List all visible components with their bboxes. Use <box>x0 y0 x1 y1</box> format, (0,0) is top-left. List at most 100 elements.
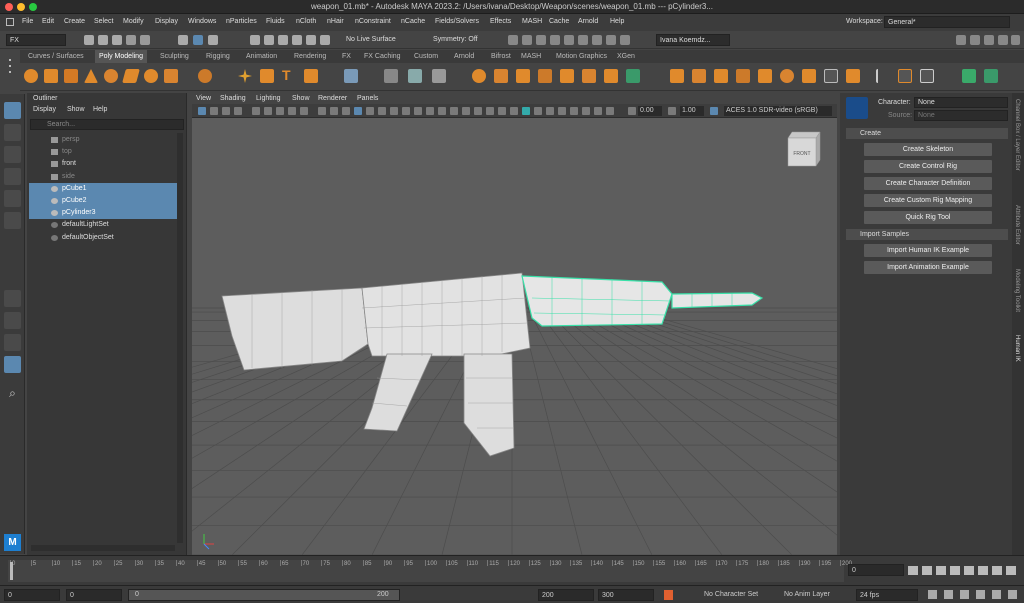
lasso-tool-icon[interactable] <box>4 124 21 141</box>
outliner-item[interactable]: front <box>29 158 177 170</box>
scale-tool-icon[interactable] <box>4 212 21 229</box>
create-character-definition-button[interactable]: Create Character Definition <box>864 177 992 190</box>
playback-end-field[interactable]: 200 <box>538 589 594 601</box>
viewport-menu-renderer[interactable]: Renderer <box>318 95 347 102</box>
poly-sphere-icon[interactable] <box>24 69 38 83</box>
handguard-mesh[interactable] <box>521 275 673 327</box>
time-slider[interactable]: 0 5 10 15 20 25 30 35 40 45 50 55 60 65 70 75 80 85 90 95 10… <box>0 555 1024 585</box>
menu-select[interactable]: Select <box>94 18 113 25</box>
receiver-mesh[interactable] <box>361 272 531 357</box>
safe-action-icon[interactable] <box>318 107 326 115</box>
multi-cut-icon[interactable] <box>626 69 640 83</box>
animation-start-field[interactable]: 0 <box>4 589 60 601</box>
poly-cone-icon[interactable] <box>84 69 98 83</box>
tab-fx-caching[interactable]: FX Caching <box>360 50 405 63</box>
two-pane-layout-icon[interactable] <box>4 334 21 351</box>
select-hierarchy-icon[interactable] <box>178 35 188 45</box>
cached-playback-icon[interactable] <box>976 590 985 599</box>
outliner-menu-display[interactable]: Display <box>33 106 56 113</box>
slide-edge-icon[interactable] <box>876 69 890 83</box>
step-back-frame-icon[interactable] <box>936 566 946 575</box>
gamma-toggle-icon[interactable] <box>668 107 676 115</box>
grip-mesh[interactable] <box>363 353 433 432</box>
play-backwards-icon[interactable] <box>950 566 960 575</box>
rotate-tool-icon[interactable] <box>4 190 21 207</box>
menu-modify[interactable]: Modify <box>123 18 144 25</box>
separate-icon[interactable] <box>384 69 398 83</box>
menu-mash[interactable]: MASH <box>522 18 542 25</box>
tab-attribute-editor[interactable]: Attribute Editor <box>1014 205 1020 245</box>
viewport-menu-view[interactable]: View <box>196 95 211 102</box>
default-quality-icon[interactable] <box>534 107 542 115</box>
workspace-select[interactable]: General* <box>884 16 1010 28</box>
select-tool-icon[interactable] <box>4 102 21 119</box>
anim-layer-select[interactable]: No Anim Layer <box>784 591 830 598</box>
tab-mash[interactable]: MASH <box>517 50 545 63</box>
tab-custom[interactable]: Custom <box>410 50 442 63</box>
snap-view-icon[interactable] <box>292 35 302 45</box>
menu-help[interactable]: Help <box>610 18 624 25</box>
new-scene-icon[interactable] <box>84 35 94 45</box>
bookmark-icon[interactable] <box>960 590 969 599</box>
panels-menu-icon[interactable] <box>1011 35 1020 45</box>
extrude-icon[interactable] <box>560 69 574 83</box>
poly-type-icon[interactable]: T <box>282 67 296 83</box>
outliner-h-scrollbar[interactable] <box>31 545 175 551</box>
time-slider-track[interactable]: 0 5 10 15 20 25 30 35 40 45 50 55 60 65 70 75 80 85 90 95 10… <box>8 560 852 582</box>
outliner-search-input[interactable]: Search... <box>47 121 75 128</box>
loop-icon[interactable] <box>928 590 937 599</box>
exposure-field[interactable]: 0.00 <box>638 106 662 116</box>
isolate-select-icon[interactable] <box>462 107 470 115</box>
outliner-scrollbar[interactable] <box>177 133 183 543</box>
animation-prefs-icon[interactable] <box>1008 590 1017 599</box>
character-select[interactable]: None <box>914 97 1008 108</box>
ambient-occlusion-icon[interactable] <box>414 107 422 115</box>
select-highlight-icon[interactable] <box>522 107 530 115</box>
menu-ncache[interactable]: nCache <box>401 18 425 25</box>
smooth-icon[interactable] <box>432 69 446 83</box>
xray-icon[interactable] <box>474 107 482 115</box>
sweep-mesh-icon[interactable] <box>260 69 274 83</box>
menu-nparticles[interactable]: nParticles <box>226 18 257 25</box>
create-skeleton-button[interactable]: Create Skeleton <box>864 143 992 156</box>
tool-settings-toggle-icon[interactable] <box>984 35 994 45</box>
safe-title-icon[interactable] <box>330 107 338 115</box>
hypershade-icon[interactable] <box>564 35 574 45</box>
four-pane-layout-icon[interactable] <box>4 312 21 329</box>
outliner-menu-show[interactable]: Show <box>67 106 85 113</box>
viewport-menu-panels[interactable]: Panels <box>357 95 378 102</box>
playback-options-icon[interactable] <box>992 590 1001 599</box>
render-history-icon[interactable] <box>508 35 518 45</box>
menuset-select[interactable]: FX <box>6 34 66 46</box>
delete-edge-icon[interactable] <box>824 69 838 83</box>
screen-space-ao-icon[interactable] <box>558 107 566 115</box>
dof-viewport-icon[interactable] <box>594 107 602 115</box>
multisample-icon[interactable] <box>582 107 590 115</box>
viewport-panel[interactable]: View Shading Lighting Show Renderer Pane… <box>192 93 837 555</box>
tab-motion-graphics[interactable]: Motion Graphics <box>552 50 611 63</box>
xray-components-icon[interactable] <box>498 107 506 115</box>
svg-icon[interactable] <box>304 69 318 83</box>
attribute-editor-toggle-icon[interactable] <box>970 35 980 45</box>
collapse-icon[interactable] <box>802 69 816 83</box>
menu-edit[interactable]: Edit <box>42 18 54 25</box>
render-setup-icon[interactable] <box>578 35 588 45</box>
boolean-intersect-icon[interactable] <box>516 69 530 83</box>
create-control-rig-button[interactable]: Create Control Rig <box>864 160 992 173</box>
menu-toggle-icon[interactable] <box>6 18 14 26</box>
render-settings-icon[interactable] <box>550 35 560 45</box>
xray-joints-icon[interactable] <box>486 107 494 115</box>
undo-icon[interactable] <box>126 35 136 45</box>
paint-select-tool-icon[interactable] <box>4 146 21 163</box>
tab-modeling-toolkit[interactable]: Modeling Toolkit <box>1014 269 1020 312</box>
fill-hole-icon[interactable] <box>670 69 684 83</box>
snap-surface-icon[interactable] <box>306 35 316 45</box>
stock-mesh[interactable] <box>221 287 369 371</box>
menu-ncloth[interactable]: nCloth <box>296 18 316 25</box>
channel-box-toggle-icon[interactable] <box>998 35 1008 45</box>
menu-display[interactable]: Display <box>155 18 178 25</box>
boolean-difference-icon[interactable] <box>494 69 508 83</box>
connect-icon[interactable] <box>780 69 794 83</box>
smooth-shade-icon[interactable] <box>366 107 374 115</box>
menu-nhair[interactable]: nHair <box>327 18 344 25</box>
